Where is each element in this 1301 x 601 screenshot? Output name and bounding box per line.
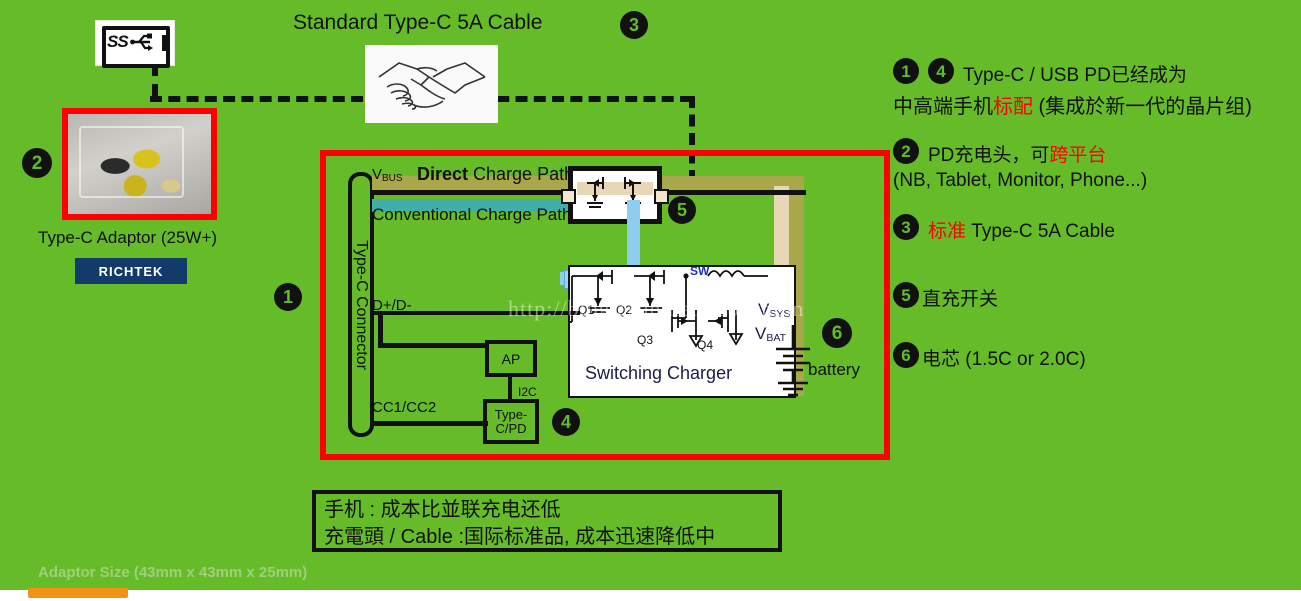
- q2-label: Q2: [616, 303, 633, 317]
- type-c-connector-label: Type-C Connector: [353, 239, 370, 370]
- badge-4-pd: 4: [552, 408, 580, 436]
- ap-block: AP: [485, 340, 537, 377]
- badge-6-battery: 6: [822, 318, 852, 348]
- adaptor-photo: [62, 108, 217, 220]
- slide-canvas: SS Standard Type-C 5A Cable 3 2 Type-C A…: [0, 0, 1301, 601]
- q4-label: Q4: [697, 338, 714, 352]
- vbus-wire-right: [658, 190, 806, 195]
- note-1-line2: 中高端手机标配 (集成於新一代的晶片组): [893, 96, 1252, 118]
- cc-wire: [370, 421, 488, 426]
- direct-charge-path-label: Direct Charge Path: [417, 164, 575, 184]
- badge-3-cable: 3: [620, 11, 648, 39]
- adaptor-size-note: Adaptor Size (43mm x 43mm x 25mm): [38, 564, 308, 581]
- i2c-label: I2C: [518, 385, 537, 399]
- badge-5-direct-switch: 5: [668, 196, 696, 224]
- i2c-wire: [508, 375, 512, 401]
- cable-title: Standard Type-C 5A Cable: [293, 11, 543, 34]
- type-c-pd-block: Type-C/PD: [483, 399, 539, 444]
- adaptor-label: Type-C Adaptor (25W+): [38, 228, 218, 247]
- note-5-line1: 直充开关: [922, 289, 999, 310]
- handshake-icon: [365, 45, 498, 123]
- note-2-line1: PD充电头，可跨平台: [928, 145, 1107, 166]
- conventional-charge-path-label: Conventional Charge Path: [372, 205, 572, 224]
- type-c-connector-block: Type-C Connector: [348, 172, 374, 437]
- note-6-line1: 电芯 (1.5C or 2.0C): [922, 349, 1086, 370]
- note-1-line1: Type-C / USB PD已经成为: [963, 65, 1187, 86]
- cable-dash-v1: [152, 64, 158, 96]
- usb-trident-icon: [130, 33, 153, 51]
- note-3-line1: 标准 Type-C 5A Cable: [928, 221, 1115, 242]
- dpdm-wire-drop: [378, 311, 383, 347]
- q1-label: Q1: [578, 303, 595, 317]
- switching-charger-label: Switching Charger: [585, 363, 733, 383]
- orange-accent-bar: [28, 588, 128, 598]
- usb-logo-text: SS: [107, 32, 129, 51]
- badge-2-adaptor: 2: [22, 148, 52, 178]
- cc-label: CC1/CC2: [372, 399, 437, 416]
- sw-node-label: SW: [690, 264, 710, 278]
- badge-1-phone: 1: [274, 283, 302, 311]
- note-4-badge: 4: [928, 58, 954, 84]
- dpdm-label: D+/D-: [372, 297, 412, 314]
- summary-box: 手机 : 成本比並联充电还低 充電頭 / Cable :国际标准品, 成本迅速降…: [312, 490, 782, 552]
- q3-label: Q3: [637, 333, 654, 347]
- usb-superspeed-battery-icon: SS: [95, 20, 175, 68]
- vbus-wire-left: [370, 190, 570, 195]
- vbus-label: VBUS: [372, 166, 403, 185]
- vsys-label: VSYS: [758, 300, 791, 321]
- richtek-logo: RICHTEK: [75, 258, 187, 284]
- direct-charge-switch-block: [561, 166, 669, 224]
- note-1-badge: 1: [893, 58, 919, 84]
- note-6-badge: 6: [893, 342, 919, 368]
- summary-line-1: 手机 : 成本比並联充电还低: [324, 499, 561, 521]
- summary-line-2: 充電頭 / Cable :国际标准品, 成本迅速降低中: [324, 526, 716, 548]
- note-2-badge: 2: [893, 138, 919, 164]
- note-3-badge: 3: [893, 214, 919, 240]
- note-5-badge: 5: [893, 282, 919, 308]
- battery-label: battery: [808, 360, 860, 379]
- note-2-line2: (NB, Tablet, Monitor, Phone...): [893, 170, 1148, 191]
- dpdm-to-ap-wire: [378, 343, 488, 348]
